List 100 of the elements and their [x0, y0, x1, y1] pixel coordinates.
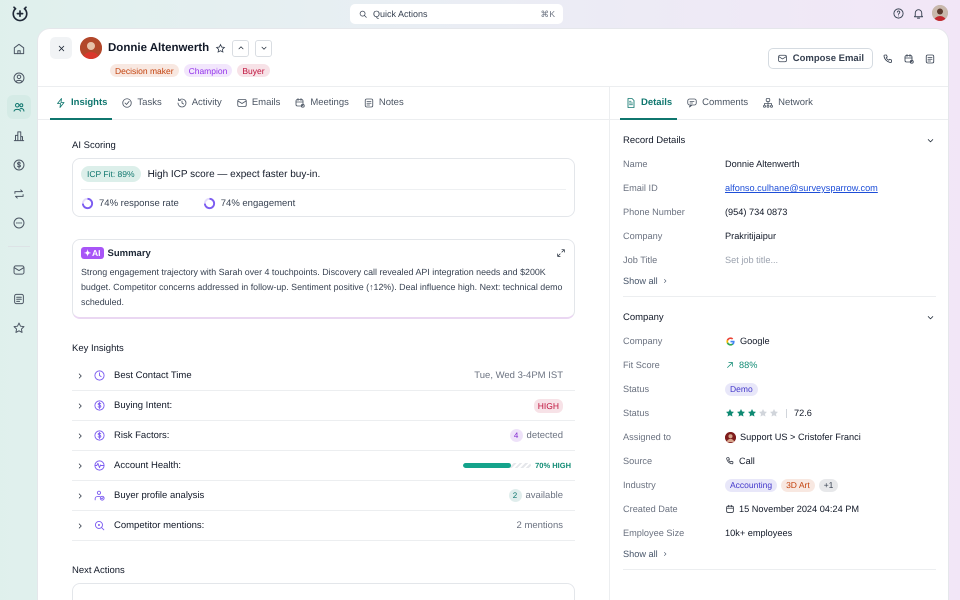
home-icon	[12, 42, 26, 56]
section-title: Key Insights	[72, 343, 125, 354]
tab[interactable]: Notes	[358, 87, 409, 120]
notifications-button[interactable]	[912, 6, 925, 20]
contact-avatar	[80, 37, 102, 59]
field-value: 10k+ employees	[725, 528, 792, 538]
tab[interactable]: Network	[757, 87, 818, 120]
contact-name: Donnie Altenwerth	[108, 42, 210, 54]
bell-icon	[912, 6, 925, 20]
tag: +1	[818, 478, 838, 492]
network-icon	[762, 96, 774, 108]
field-value: 88%	[739, 360, 758, 370]
mail-icon	[776, 53, 788, 64]
mail-icon	[236, 96, 248, 108]
field-value: Prakritijaipur	[725, 231, 776, 241]
ai-badge: ✦AI	[81, 247, 104, 259]
search-icon	[358, 9, 368, 19]
metric-label: 74% engagement	[220, 198, 296, 209]
help-icon	[892, 6, 905, 20]
field-label: Status	[623, 408, 650, 418]
close-button[interactable]	[50, 37, 72, 59]
repeat-icon	[12, 187, 26, 201]
field-label: Name	[623, 159, 649, 169]
notes-icon	[362, 96, 375, 108]
email-link[interactable]: alfonso.culhane@surveysparrow.com	[725, 183, 878, 193]
notes-button[interactable]	[924, 52, 936, 64]
tag: Champion	[184, 64, 232, 77]
star-icon	[725, 408, 735, 418]
insight-label: Risk Factors:	[114, 430, 170, 441]
google-logo-icon	[725, 336, 736, 346]
field-label: Created Date	[623, 504, 679, 514]
fit-badge: ICP Fit: 89%	[81, 166, 141, 182]
notes-icon	[12, 292, 26, 306]
tab[interactable]: Details	[620, 87, 678, 120]
field-label: Source	[623, 456, 654, 466]
favorite-button[interactable]	[215, 42, 226, 54]
calendar-button[interactable]	[903, 52, 915, 64]
insight-label: Account Health:	[114, 460, 182, 471]
field-label: Job Title	[623, 255, 658, 265]
field-value: Support US > Cristofer Franci	[740, 432, 861, 442]
tab[interactable]: Insights	[50, 87, 112, 120]
contact-icon	[12, 71, 26, 85]
tab[interactable]: Emails	[230, 87, 286, 120]
field-label: Company	[623, 336, 664, 346]
metric-label: 74% response rate	[99, 198, 179, 209]
more-icon	[12, 216, 26, 230]
tab[interactable]: Meetings	[289, 87, 354, 120]
section-title: AI Scoring	[72, 140, 117, 151]
calendar-clock-icon	[294, 96, 306, 108]
help-button[interactable]	[892, 6, 905, 20]
compose-email-button[interactable]: Compose Email	[768, 48, 873, 69]
field-label: Assigned to	[623, 432, 672, 442]
insight-label: Buyer profile analysis	[114, 490, 206, 501]
tab[interactable]: Activity	[170, 87, 227, 120]
tag: Accounting	[725, 478, 778, 492]
star-icon	[769, 408, 779, 418]
field-value: Google	[740, 336, 770, 346]
app-logo[interactable]	[11, 5, 29, 23]
progress-ring-icon	[81, 197, 94, 210]
field-label: Industry	[623, 480, 657, 490]
count-badge: 2	[508, 489, 522, 502]
field-value: 72.6	[794, 408, 812, 418]
field-label: Employee Size	[623, 528, 686, 538]
tab[interactable]: Tasks	[116, 87, 167, 120]
calendar-icon	[725, 504, 735, 514]
sidebar-item[interactable]	[7, 95, 31, 119]
dollar-icon	[93, 399, 106, 412]
show-all-link[interactable]: Show all	[623, 549, 669, 559]
pulse-icon	[93, 459, 106, 472]
field-label: Email ID	[623, 183, 659, 193]
history-icon	[176, 96, 188, 108]
insight-value: detected	[526, 430, 563, 441]
field-value: Donnie Altenwerth	[725, 159, 800, 169]
bar-chart-icon	[12, 129, 26, 143]
show-all-link[interactable]: Show all	[623, 276, 669, 286]
insight-label: Buying Intent:	[114, 400, 174, 411]
people-icon	[12, 100, 26, 114]
expand-button[interactable]	[556, 248, 566, 258]
check-circle-icon	[121, 96, 134, 108]
insight-label: Best Contact Time	[114, 370, 193, 381]
field-value: 15 November 2024 04:24 PM	[739, 504, 860, 514]
expand-icon	[556, 248, 566, 258]
search-field[interactable]: Quick Actions ⌘K	[350, 4, 563, 24]
star-icon	[758, 408, 768, 418]
count-badge: 4	[510, 429, 523, 442]
user-avatar[interactable]	[932, 5, 948, 21]
status-badge: HIGH	[534, 398, 563, 412]
score-headline: High ICP score — expect faster buy-in.	[148, 168, 320, 180]
tag: 3D Art	[781, 478, 815, 492]
dollar-icon	[93, 429, 106, 442]
summary-text: Strong engagement trajectory with Sarah over 4 touchpoints. Discovery call revealed API integration needs and $200K budget. Competitor concerns addressed in follow-up. Sentiment positive (↑12%). Deal influence high. Next: technical demo scheduled.	[81, 266, 564, 309]
phone-icon	[725, 456, 735, 466]
search-icon	[93, 519, 106, 532]
call-button[interactable]	[882, 52, 894, 64]
document-icon	[625, 96, 637, 108]
tab[interactable]: Comments	[681, 87, 754, 120]
avatar	[725, 432, 736, 442]
insight-value: available	[526, 490, 563, 501]
section-title: Next Actions	[72, 565, 126, 576]
notes-icon	[924, 52, 936, 64]
